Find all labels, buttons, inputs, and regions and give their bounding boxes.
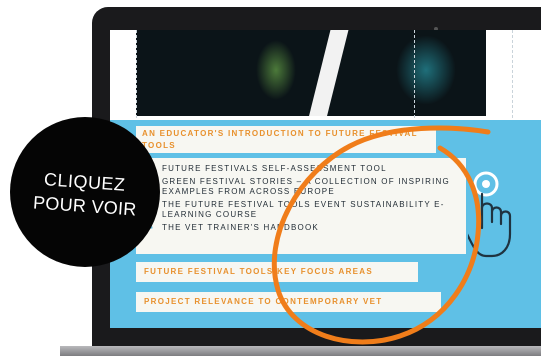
list-item[interactable]: ▪FUTURE FESTIVALS SELF-ASSESSMENT TOOL: [150, 164, 466, 174]
tools-list: ▪FUTURE FESTIVALS SELF-ASSESSMENT TOOL ▪…: [136, 158, 466, 233]
list-item[interactable]: ▪THE FUTURE FESTIVAL TOOLS EVENT SUSTAIN…: [150, 200, 466, 220]
key-focus-areas-link[interactable]: FUTURE FESTIVAL TOOLS KEY FOCUS AREAS: [136, 262, 418, 282]
list-item-label: GREEN FESTIVAL STORIES – A COLLECTION OF…: [162, 177, 450, 196]
list-item-label: THE FUTURE FESTIVAL TOOLS EVENT SUSTAINA…: [162, 200, 445, 219]
list-item-label: THE VET TRAINER'S HANDBOOK: [162, 223, 319, 232]
header-photo: [136, 30, 486, 116]
list-item-label: FUTURE FESTIVALS SELF-ASSESSMENT TOOL: [162, 164, 387, 173]
list-item[interactable]: ▪ THE VET TRAINER'S HANDBOOK: [150, 223, 466, 233]
hand-pointer-icon[interactable]: [468, 162, 538, 272]
laptop-base: [60, 346, 541, 356]
page: AN EDUCATOR'S INTRODUCTION TO FUTURE FES…: [0, 0, 541, 356]
list-item[interactable]: ▪GREEN FESTIVAL STORIES – A COLLECTION O…: [150, 177, 466, 197]
click-to-view-badge[interactable]: CLIQUEZ POUR VOIR: [10, 117, 160, 267]
section-heading[interactable]: AN EDUCATOR'S INTRODUCTION TO FUTURE FES…: [136, 126, 436, 153]
tools-list-box: ▪FUTURE FESTIVALS SELF-ASSESSMENT TOOL ▪…: [136, 158, 466, 254]
project-relevance-link[interactable]: PROJECT RELEVANCE TO CONTEMPORARY VET: [136, 292, 441, 312]
laptop-screen[interactable]: AN EDUCATOR'S INTRODUCTION TO FUTURE FES…: [110, 30, 541, 328]
